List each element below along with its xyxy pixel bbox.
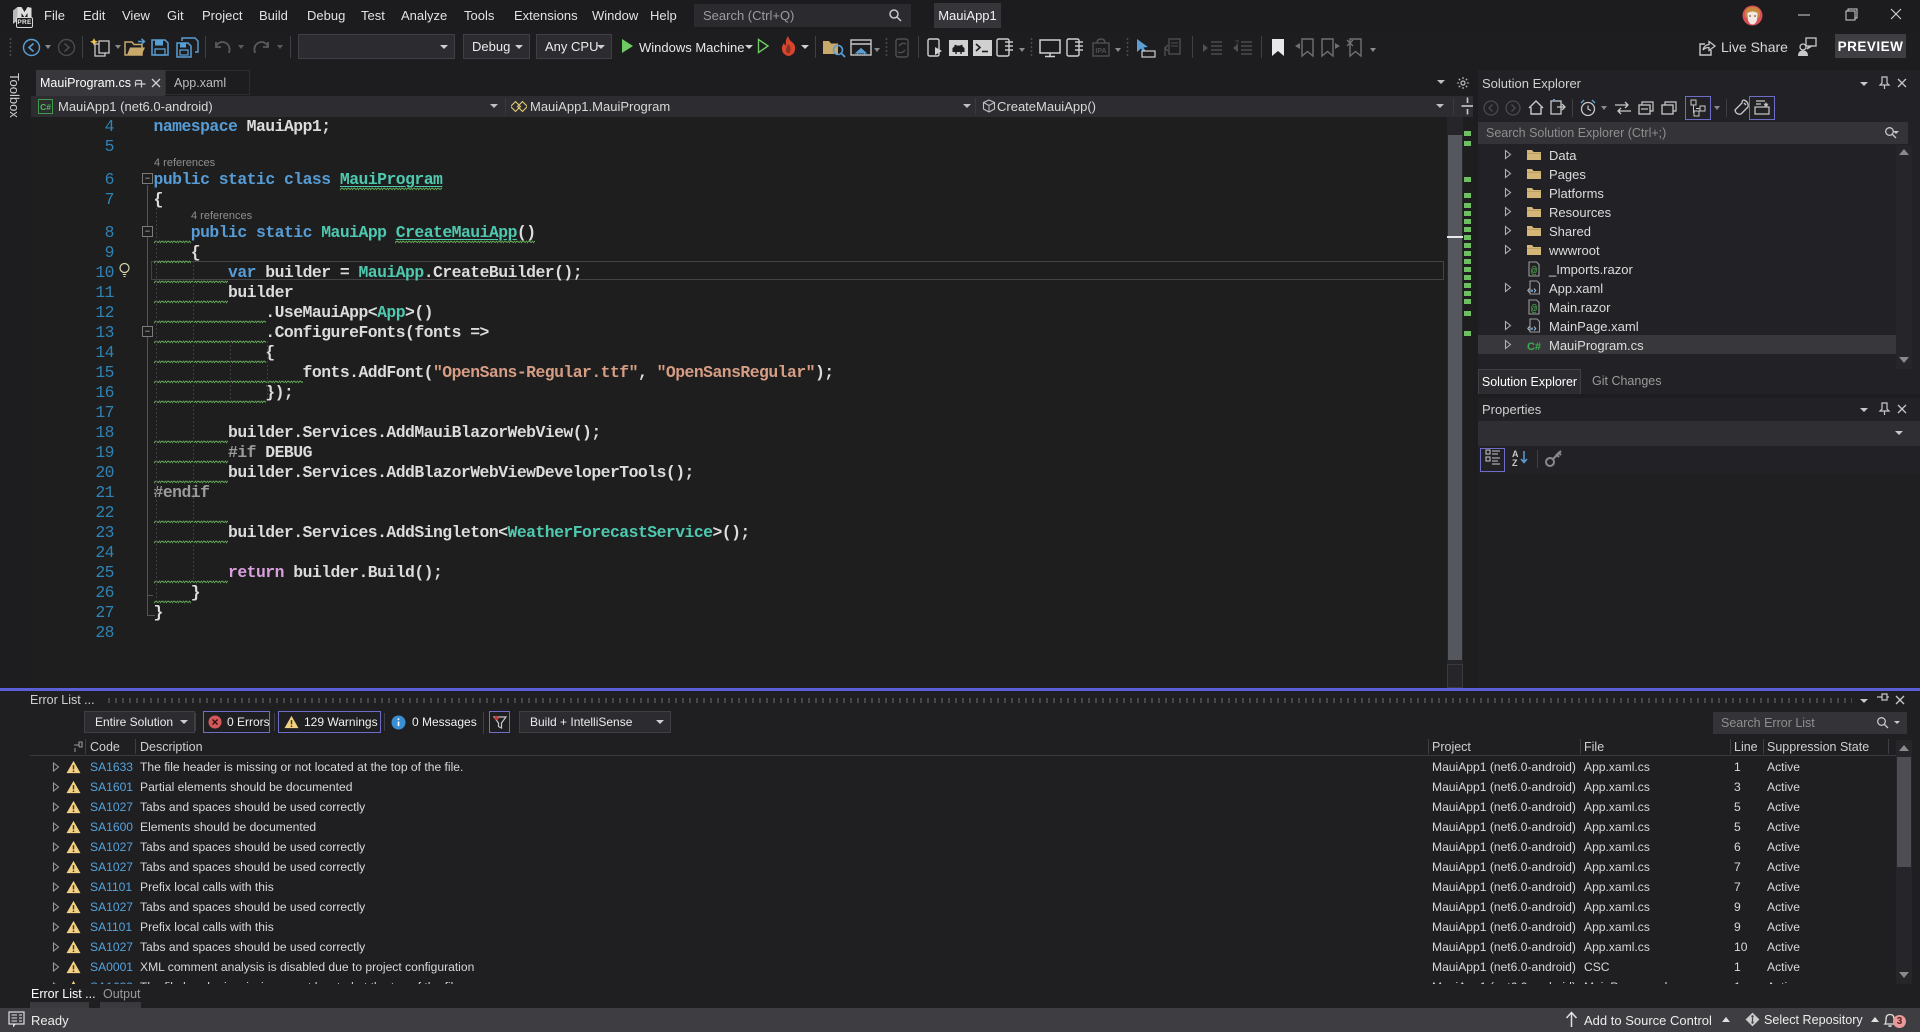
svg-text:C#: C# — [40, 102, 51, 112]
svg-text:IPA: IPA — [1095, 48, 1106, 55]
svg-text:@: @ — [1531, 266, 1537, 278]
svg-text:C#: C# — [1527, 341, 1541, 353]
svg-text:@: @ — [1531, 304, 1537, 316]
svg-text:?: ? — [1235, 40, 1239, 47]
svg-text:Z: Z — [1512, 458, 1518, 468]
